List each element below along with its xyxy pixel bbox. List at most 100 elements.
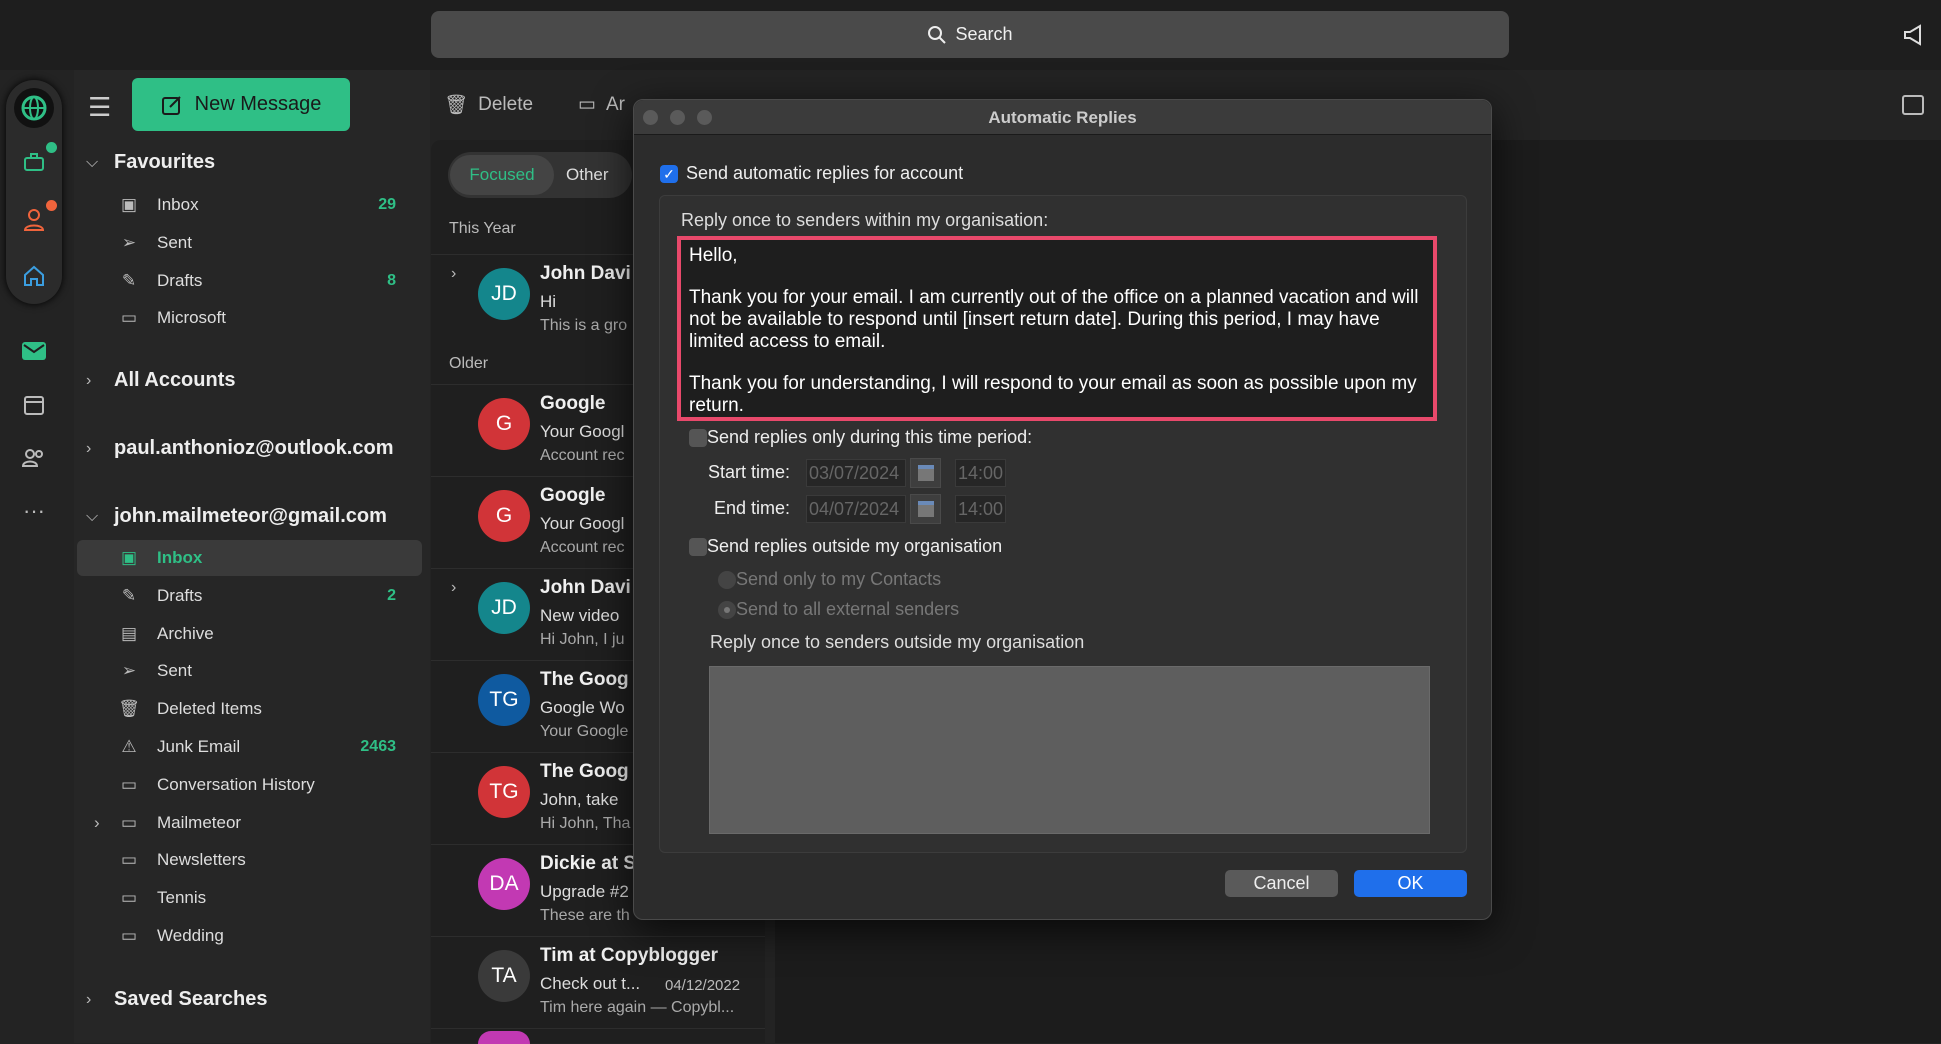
folder-label: Tennis <box>157 888 207 908</box>
section-account-outlook[interactable]: › paul.anthonioz@outlook.com <box>86 437 393 460</box>
folder-item[interactable]: ✎ Drafts 8 <box>77 263 422 299</box>
folder-item[interactable]: ➢ Sent <box>77 653 422 689</box>
trash-icon: 🗑︎ <box>444 95 469 116</box>
dialog-title: Automatic Replies <box>634 100 1491 135</box>
subject: Your Googl <box>540 422 625 441</box>
folder-label: Wedding <box>157 926 224 945</box>
section-all-accounts[interactable]: › All Accounts <box>86 369 236 392</box>
folder-label: Archive <box>157 623 214 643</box>
start-calendar-button[interactable] <box>910 458 941 488</box>
calendar-icon[interactable] <box>14 385 54 425</box>
folder-item[interactable]: ✎ Drafts 2 <box>77 578 422 614</box>
app-rail <box>6 80 62 304</box>
tab-other[interactable]: Other <box>566 155 609 195</box>
avatar <box>478 1031 530 1044</box>
outside-org-message-label: Reply once to senders outside my organis… <box>710 632 1085 652</box>
enable-auto-replies-checkbox[interactable]: ✓ <box>660 165 678 183</box>
preview: This is a gro <box>540 317 628 334</box>
delete-button[interactable]: 🗑︎ Delete <box>444 93 533 117</box>
hamburger-menu-icon[interactable]: ☰ <box>88 92 111 123</box>
cancel-button[interactable]: Cancel <box>1225 870 1338 897</box>
contacts-only-label: Send only to my Contacts <box>736 569 942 589</box>
subject: Hi <box>540 292 557 311</box>
pane-toggle-icon[interactable] <box>1902 95 1924 115</box>
folder-label: Sent <box>157 661 192 681</box>
mail-icon[interactable] <box>14 331 54 371</box>
inside-org-label: Reply once to senders within my organisa… <box>681 210 1049 230</box>
sender: John Davi <box>540 263 631 284</box>
send-icon: ➢ <box>121 233 137 252</box>
ok-button[interactable]: OK <box>1354 870 1467 897</box>
folder-item[interactable]: 🗑︎ Deleted Items <box>77 691 422 727</box>
minimize-window-button[interactable] <box>670 110 685 125</box>
drafts-icon: ✎ <box>121 585 137 605</box>
archive-button[interactable]: ▭ Ar <box>578 93 625 116</box>
archive-icon: ▤ <box>120 623 138 643</box>
outside-org-message-textarea[interactable] <box>709 666 1430 834</box>
folder-item[interactable]: ⚠︎ Junk Email 2463 <box>77 729 422 765</box>
zoom-window-button[interactable] <box>697 110 712 125</box>
contacts-only-radio[interactable] <box>718 571 736 589</box>
tab-focused[interactable]: Focused <box>450 155 554 195</box>
unread-count: 2 <box>387 586 396 604</box>
start-time-label: Start time: <box>707 462 790 482</box>
folder-item[interactable]: ▭ Tennis <box>77 880 422 916</box>
time-period-checkbox[interactable] <box>689 429 707 447</box>
folder-item[interactable]: ➢ Sent <box>77 225 422 261</box>
folder-item[interactable]: ▭ Wedding <box>77 918 422 954</box>
briefcase-icon[interactable] <box>14 142 57 182</box>
preview: Tim here again — Copybl... <box>540 999 735 1016</box>
message-paragraph: Thank you for your email. I am currently… <box>689 287 1419 352</box>
sender: The Goog <box>540 761 629 782</box>
folder-icon: ▭ <box>120 888 138 908</box>
chevron-right-icon: › <box>86 371 92 389</box>
more-icon[interactable]: ··· <box>14 491 54 531</box>
folder-item[interactable]: ▤ Archive <box>77 616 422 652</box>
message-item[interactable]: TA Tim at Copyblogger Check out t... Tim he… <box>431 936 765 1027</box>
chevron-right-icon[interactable]: › <box>94 813 100 833</box>
folder-item[interactable]: › ▭ Mailmeteor <box>77 805 422 841</box>
section-favourites[interactable]: ⌵ Favourites <box>86 151 215 174</box>
folder-label: Conversation History <box>157 774 315 794</box>
new-message-button[interactable]: New Message <box>132 78 350 131</box>
all-external-label: Send to all external senders <box>736 599 960 619</box>
megaphone-icon[interactable] <box>1902 24 1926 46</box>
people-icon[interactable] <box>14 438 54 478</box>
folder-label: Inbox <box>157 548 203 567</box>
home-icon[interactable] <box>14 256 54 296</box>
folder-item[interactable]: ▣ Inbox 29 <box>77 187 422 223</box>
globe-icon[interactable] <box>14 88 54 128</box>
time-period-label: Send replies only during this time perio… <box>707 427 1033 447</box>
message-item[interactable] <box>431 1028 765 1044</box>
folder-label: Drafts <box>157 271 203 290</box>
folder-item[interactable]: ▭ Conversation History <box>77 767 422 803</box>
avatar: TA <box>478 950 530 1002</box>
subject: Google Wo <box>540 698 625 717</box>
person-icon[interactable] <box>14 200 57 240</box>
unread-count: 2463 <box>360 738 396 755</box>
end-time-field[interactable]: 14:00 <box>955 495 1006 523</box>
section-account-gmail[interactable]: ⌵ john.mailmeteor@gmail.com <box>86 505 387 528</box>
notification-dot <box>46 142 57 153</box>
sender: Tim at Copyblogger <box>540 945 719 966</box>
section-saved-searches[interactable]: › Saved Searches <box>86 988 267 1011</box>
start-time-field[interactable]: 14:00 <box>955 459 1006 487</box>
message-paragraph: Hello, <box>689 245 738 266</box>
folder-label: Sent <box>157 233 192 252</box>
start-date-field[interactable]: 03/07/2024 <box>806 459 906 487</box>
folder-item[interactable]: ▣ Inbox <box>77 540 422 576</box>
end-calendar-button[interactable] <box>910 494 941 524</box>
all-external-radio[interactable] <box>718 601 736 619</box>
archive-label: Ar <box>605 93 625 115</box>
inside-org-message-textarea[interactable]: Hello, Thank you for your email. I am cu… <box>677 236 1437 421</box>
inbox-tabs: Focused Other <box>448 152 632 198</box>
end-date-field[interactable]: 04/07/2024 <box>806 495 906 523</box>
close-window-button[interactable] <box>643 110 658 125</box>
outside-org-checkbox[interactable] <box>689 538 707 556</box>
chevron-right-icon[interactable]: › <box>451 579 456 597</box>
avatar: JD <box>478 582 530 634</box>
folder-item[interactable]: ▭ Microsoft <box>77 300 422 336</box>
folder-item[interactable]: ▭ Newsletters <box>77 842 422 878</box>
chevron-right-icon[interactable]: › <box>451 265 456 283</box>
search-bar[interactable]: Search <box>431 11 1509 58</box>
